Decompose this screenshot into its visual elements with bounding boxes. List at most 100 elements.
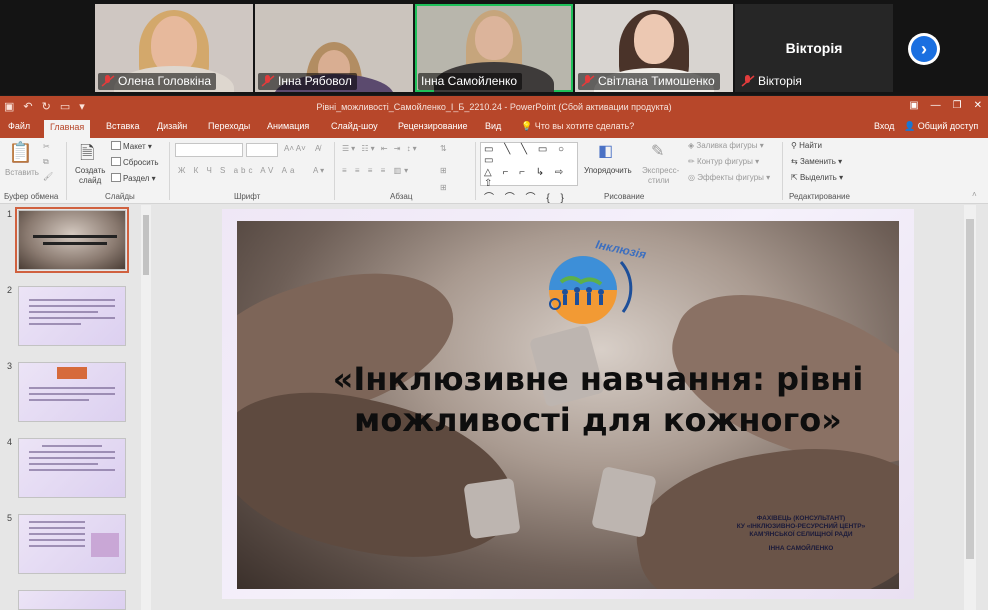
group-separator [782,142,783,200]
section-icon [111,173,121,182]
list-buttons-icon[interactable]: ☰▾ ☷▾ ⇤ ⇥ ↕▾ [342,144,419,153]
scrollbar-thumb[interactable] [143,215,149,275]
font-grow-shrink-icon[interactable]: A˄ A˅ [284,144,306,153]
tab-design[interactable]: Дизайн [157,121,187,131]
tab-transitions[interactable]: Переходы [208,121,250,131]
shape-effects-button[interactable]: ◎ Эффекты фигуры ▾ [688,173,770,182]
effects-icon: ◎ [688,173,695,182]
slide-thumbnail[interactable] [18,362,126,422]
font-style-buttons[interactable]: Ж К Ч S abc AV Аа [178,166,297,175]
participant-video-strip: Олена Головкіна Інна Рябовол Інна Самойл… [0,0,988,95]
lightbulb-icon: 💡 [521,121,533,131]
smartart-icon[interactable]: ⊞ [440,183,447,192]
participant-name-label: Світлана Тимошенко [578,73,720,90]
find-button[interactable]: ⚲ Найти [791,141,822,150]
current-slide[interactable]: Інклюзія «Інклюзивне навчання: рівні мож… [222,209,914,599]
slide-thumbnail[interactable] [18,590,126,610]
clear-formatting-icon[interactable]: A̸ [315,144,320,153]
quick-styles-icon[interactable]: ✎ [651,141,664,161]
ribbon-display-icon[interactable]: ▣ [909,100,918,111]
font-size-box[interactable] [246,143,278,157]
new-slide-button-label[interactable]: слайд [79,176,101,185]
participant-name-label: Олена Головкіна [98,73,217,90]
slide-thumbnail[interactable] [18,514,126,574]
shape-outline-button[interactable]: ✏ Контур фигуры ▾ [688,157,759,166]
next-participants-button[interactable]: › [908,33,940,65]
reset-button[interactable]: Сбросить [111,157,159,167]
paste-button[interactable]: Вставить [5,168,39,177]
tab-animations[interactable]: Анимация [267,121,309,131]
layout-button[interactable]: Макет ▾ [111,141,152,151]
participant-tile[interactable]: Світлана Тимошенко [575,4,733,92]
user-icon: 👤 [904,121,916,131]
text-direction-icon[interactable]: ⇅ [440,144,447,153]
tab-review[interactable]: Рецензирование [398,121,468,131]
shapes-gallery[interactable]: ▭ ╲ ╲ ▭ ○ ▭ △ ⌐ ⌐ ↳ ⇨ ⇧ ⌒ ⌒ ⌒ { } ☆ [480,142,578,219]
align-buttons-icon[interactable]: ≡ ≡ ≡ ≡ ▥▾ [342,166,411,175]
participant-tile[interactable]: Інна Рябовол [255,4,413,92]
thumbnail-number: 3 [7,361,13,371]
group-label-slides: Слайды [105,192,135,201]
sign-in-link[interactable]: Вход [874,121,894,131]
group-separator [475,142,476,200]
tell-me-search[interactable]: 💡 Что вы хотите сделать? [521,121,634,132]
scrollbar-thumb[interactable] [966,219,974,559]
thumbnail-scrollbar[interactable] [141,205,151,610]
cursor-icon: ⇱ [791,173,798,182]
font-color-icon[interactable]: A ▾ [313,166,324,175]
close-icon[interactable]: ✕ [974,100,982,111]
tab-home[interactable]: Главная [44,120,91,138]
minimize-icon[interactable]: — [931,100,941,111]
slide-thumbnail-selected[interactable] [15,207,129,273]
share-button[interactable]: 👤 Общий доступ [904,121,978,132]
thumbnail-number: 2 [7,285,13,295]
slide-thumbnail[interactable] [18,286,126,346]
group-separator [334,142,335,200]
slide-title[interactable]: «Інклюзивне навчання: рівні можливості д… [282,359,914,441]
font-name-box[interactable] [175,143,243,157]
chevron-right-icon: › [911,36,937,62]
mic-muted-icon [581,75,595,87]
paste-icon[interactable]: 📋 [8,140,33,165]
tab-file[interactable]: Файл [8,121,30,131]
tab-insert[interactable]: Вставка [106,121,139,131]
participant-name-label: Інна Самойленко [418,73,523,90]
slide-scrollbar[interactable] [964,205,976,610]
cut-icon[interactable]: ✂ [43,142,50,151]
reset-icon [111,157,121,166]
collapse-ribbon-icon[interactable]: ˄ [972,190,977,199]
mic-muted-icon [741,75,755,87]
copy-icon[interactable]: ⧉ [43,157,49,167]
arrange-button[interactable]: Упорядочить [584,166,632,175]
slide-author-caption[interactable]: ФАХІВЕЦЬ (КОНСУЛЬТАНТ) КУ «ІНКЛЮЗИВНО-РЕ… [716,515,886,553]
tab-slideshow[interactable]: Слайд-шоу [331,121,378,131]
thumbnail-number: 5 [7,513,13,523]
select-button[interactable]: ⇱ Выделить ▾ [791,173,843,182]
group-label-editing: Редактирование [789,192,850,201]
section-button[interactable]: Раздел ▾ [111,173,156,183]
replace-button[interactable]: ⇆ Заменить ▾ [791,157,842,166]
participant-tile[interactable]: Олена Головкіна [95,4,253,92]
mic-muted-icon [261,75,275,87]
participant-name-label: Інна Рябовол [258,73,357,90]
participant-tile-active-speaker[interactable]: Інна Самойленко [415,4,573,92]
slide-thumbnail-panel: 1 2 3 4 5 [0,205,154,610]
restore-icon[interactable]: ❐ [953,100,962,111]
pen-icon: ✏ [688,157,695,166]
group-label-paragraph: Абзац [390,192,413,201]
group-separator [66,142,67,200]
align-text-icon[interactable]: ⊞ [440,166,447,175]
ribbon-home: 📋 Вставить ✂ ⧉ 🖌 Буфер обмена 🗎 Создать … [0,138,988,219]
format-painter-icon[interactable]: 🖌 [43,172,53,181]
tab-view[interactable]: Вид [485,121,501,131]
arrange-icon[interactable]: ◧ [598,141,613,161]
shape-fill-button[interactable]: ◈ Заливка фигуры ▾ [688,141,764,150]
new-slide-button[interactable]: Создать [75,166,105,175]
participant-display-name: Вікторія [785,40,843,56]
slide-thumbnail[interactable] [18,438,126,498]
group-label-drawing: Рисование [604,192,645,201]
title-bar: ▣ ↶ ↻ ▭ ▾ Рівні_можливості_Самойленко_І_… [0,96,988,118]
quick-styles-button[interactable]: Экспресс- [642,166,679,175]
quick-styles-button-label[interactable]: стили [648,176,669,185]
participant-tile-video-off[interactable]: Вікторія Вікторія [735,4,893,92]
